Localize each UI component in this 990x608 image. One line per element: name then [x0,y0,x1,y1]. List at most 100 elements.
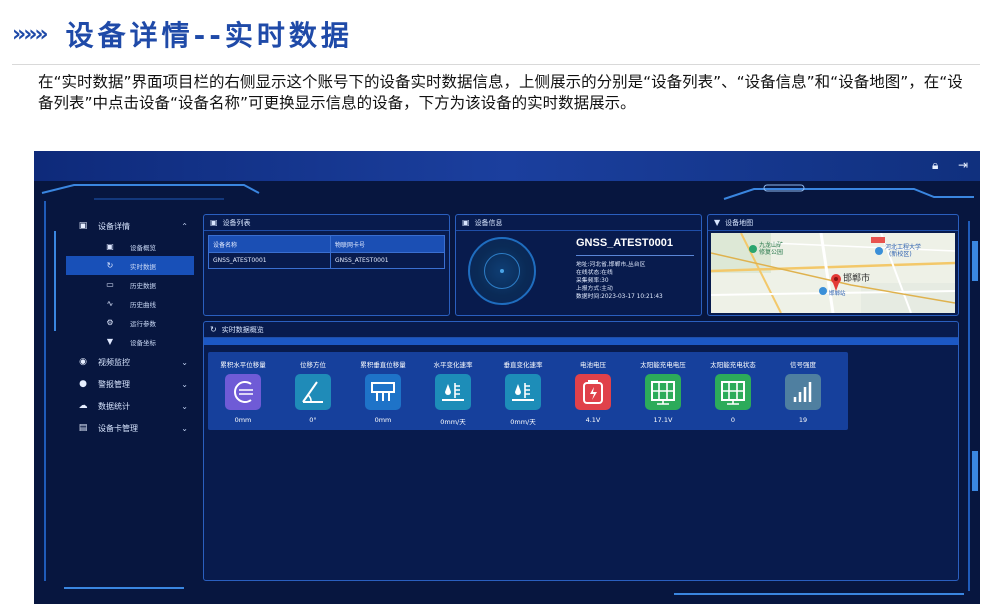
bottom-right-line [674,593,964,595]
metric-battery: 电池电压 4.1V [558,352,628,430]
right-frame-line [968,221,970,591]
chevron-up-icon: ⌃ [181,221,188,231]
map-label-4: (新校区) [889,250,912,258]
device-radar-graphic [468,237,536,305]
left-accent-line [54,231,56,331]
document-page: »»» 设备详情--实时数据 在“实时数据”界面项目栏的右侧显示这个账号下的设备… [0,0,990,608]
sidebar-subitem-realtime[interactable]: ↻ 实时数据 [66,256,194,275]
sidebar-item-label: 视频监控 [98,357,130,367]
chevron-down-icon: ⌄ [181,423,188,433]
sidebar-item-device-details[interactable]: ▣ 设备详情 ⌃ [66,215,194,237]
sidebar-subitem-history-curve[interactable]: ∿ 历史曲线 [66,294,194,313]
device-list-title: 设备列表 [222,218,251,227]
realtime-title: 实时数据概览 [221,325,264,334]
device-info-details: 地址:河北省,邯郸市,丛台区 在线状态:在线 采集频率:30 上报方式:主动 数… [576,261,663,301]
metric-label: 信号强度 [790,361,816,369]
metric-value: 4.1V [585,416,601,424]
alert-icon: ● [79,379,87,389]
sidebar-item-alerts[interactable]: ● 警报管理 ⌄ [66,373,194,395]
device-name-cell[interactable]: GNSS_ATEST0001 [209,253,331,268]
table-row[interactable]: GNSS_ATEST0001 GNSS_ATEST0001 [209,252,444,268]
metric-value: 0° [309,416,317,424]
device-map-title: 设备地图 [725,218,754,227]
arrows-icon: »»» [12,21,49,47]
sidebar-item-label: 设备详情 [98,221,130,231]
metric-value: 0mm [234,416,252,424]
device-map-panel: ▼ 设备地图 九龙山矿 修复公园 河北工程大学 (新校区) 邯郸市 邯郸站 [707,214,959,316]
solar-panel-icon [715,374,751,410]
metric-label: 太阳能充电电压 [640,361,686,369]
right-accent-block-2 [972,451,978,491]
map-label-1: 九龙山矿 [759,241,783,249]
info-frequency: 采集频率:30 [576,278,609,284]
device-list-panel: ▣ 设备列表 设备名称 物联网卡号 GNSS_ATEST0001 GNSS_AT… [203,214,450,316]
sidebar-item-stats[interactable]: ☁ 数据统计 ⌄ [66,395,194,417]
map-label-2: 修复公园 [759,248,783,256]
info-online-status: 在线状态:在线 [576,270,613,276]
sidebar-subitem-label: 设备坐标 [130,338,156,347]
metric-vertical-displacement: 累积垂直位移量 0mm [348,352,418,430]
metric-label: 垂直变化速率 [503,361,543,369]
bottom-left-line [64,587,184,589]
water-level-icon [505,374,541,410]
metric-label: 太阳能充电状态 [710,361,756,369]
metric-value: 0mm/天 [440,418,466,426]
info-report-mode: 上报方式:主动 [576,286,613,292]
sidebar-subitem-run-params[interactable]: ⚙ 运行参数 [66,313,194,332]
app-screenshot: 🔒︎ ⇥ ▣ 设备详情 ⌃ ▣ 设备概览 ↻ 实时数据 ▭ 历史数据 ∿ 历史曲… [34,151,980,604]
device-table: 设备名称 物联网卡号 GNSS_ATEST0001 GNSS_ATEST0001 [208,235,445,269]
metric-solar-voltage: 太阳能充电电压 17.1V [628,352,698,430]
location-icon: ▼ [106,337,114,346]
realtime-header: ↻ 实时数据概览 [204,322,958,338]
device-map-header: ▼ 设备地图 [708,215,958,231]
doc-title: 设备详情--实时数据 [65,19,353,52]
device-info-panel: ▣ 设备信息 GNSS_ATEST0001 地址:河北省,邯郸市,丛台区 在线状… [455,214,702,316]
sidebar-item-label: 警报管理 [98,379,130,389]
solar-panel-icon [645,374,681,410]
metric-value: 0mm/天 [510,418,536,426]
curve-icon: ∿ [106,299,114,308]
sidebar-subitem-history-data[interactable]: ▭ 历史数据 [66,275,194,294]
right-accent-block [972,241,978,281]
metric-horizontal-rate: 水平变化速率 0mm/天 [418,352,488,430]
metrics-row: 累积水平位移量 0mm 位移方位 0° 累积垂直位移量 0mm 水平变化速率 0… [208,352,848,430]
lock-icon[interactable]: 🔒︎ [932,158,938,173]
doc-description: 在“实时数据”界面项目栏的右侧显示这个账号下的设备实时数据信息，上侧展示的分别是… [38,73,963,112]
stats-icon: ☁ [78,401,88,411]
table-header-row: 设备名称 物联网卡号 [209,236,444,252]
metric-value: 0mm [374,416,392,424]
sidebar-subitem-coords[interactable]: ▼ 设备坐标 [66,332,194,351]
signal-icon [785,374,821,410]
realtime-panel: ↻ 实时数据概览 累积水平位移量 0mm 位移方位 0° 累积垂直位移量 0mm… [203,321,959,581]
logout-icon[interactable]: ⇥ [958,158,968,172]
device-info-title: 设备信息 [474,218,503,227]
doc-divider [12,64,980,65]
doc-heading: »»» 设备详情--实时数据 [12,14,353,54]
device-icon: ▣ [210,218,218,227]
map-label-3: 河北工程大学 [885,243,921,251]
water-level-icon [435,374,471,410]
map-graphic: 九龙山矿 修复公园 河北工程大学 (新校区) 邯郸市 邯郸站 [711,233,955,313]
metric-value: 17.1V [653,416,673,424]
sidebar-subitem-label: 实时数据 [130,262,156,271]
settings-icon: ⚙ [106,318,114,327]
sidebar-item-label: 设备卡管理 [98,423,138,433]
metric-horizontal-displacement: 累积水平位移量 0mm [208,352,278,430]
overview-icon: ▣ [106,242,114,251]
device-icon: ▣ [78,221,88,231]
map-label-station: 邯郸站 [829,289,846,297]
left-frame-line [44,201,46,581]
metric-label: 位移方位 [300,361,326,369]
column-header-card: 物联网卡号 [335,241,366,249]
sidebar-item-card-mgmt[interactable]: ▤ 设备卡管理 ⌄ [66,417,194,439]
device-map[interactable]: 九龙山矿 修复公园 河北工程大学 (新校区) 邯郸市 邯郸站 [711,233,955,313]
device-card-cell: GNSS_ATEST0001 [335,257,389,264]
metric-vertical-rate: 垂直变化速率 0mm/天 [488,352,558,430]
chevron-down-icon: ⌄ [181,357,188,367]
sidebar-menu: ▣ 设备详情 ⌃ ▣ 设备概览 ↻ 实时数据 ▭ 历史数据 ∿ 历史曲线 ⚙ 运… [66,215,194,439]
info-address: 地址:河北省,邯郸市,丛台区 [576,262,646,268]
sidebar-subitem-overview[interactable]: ▣ 设备概览 [66,237,194,256]
location-icon: ▼ [714,218,721,227]
sidebar-subitem-label: 历史曲线 [130,300,156,309]
sidebar-item-video[interactable]: ◉ 视频监控 ⌄ [66,351,194,373]
